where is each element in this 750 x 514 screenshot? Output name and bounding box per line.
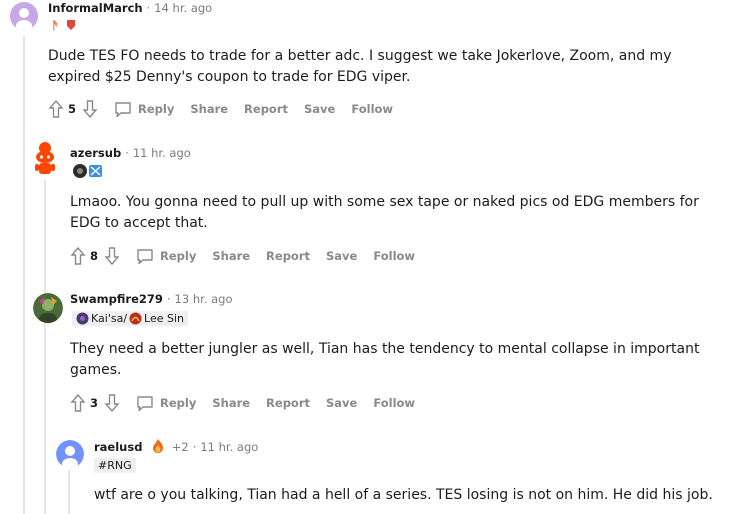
lee-sin-icon <box>129 312 142 325</box>
vote-count: 3 <box>90 396 99 410</box>
share-button[interactable]: Share <box>190 102 228 116</box>
reply-button[interactable]: Reply <box>136 248 196 265</box>
comment-body: wtf are o you talking, Tian had a hell o… <box>94 487 713 503</box>
svg-text:ᚫ: ᚫ <box>52 19 59 32</box>
avatar[interactable] <box>30 140 60 176</box>
thread-line-root[interactable] <box>23 36 25 514</box>
user-flair: ᚫ <box>52 18 78 32</box>
vote-group: 5 <box>48 99 98 119</box>
award-fire-icon[interactable] <box>150 438 166 454</box>
username[interactable]: Swampfire279 <box>70 292 163 306</box>
downvote-icon[interactable] <box>82 99 98 119</box>
vote-count: 5 <box>68 102 77 116</box>
comment-actions: 5 Reply Share Report Save Follow <box>48 99 409 119</box>
timestamp[interactable]: 13 hr. ago <box>175 292 233 306</box>
reddit-avatar-icon <box>56 440 84 468</box>
report-button[interactable]: Report <box>244 102 288 116</box>
avatar[interactable] <box>10 2 38 30</box>
chat-bubble-icon <box>137 248 153 264</box>
reply-button[interactable]: Reply <box>136 395 196 412</box>
chat-bubble-icon <box>137 395 153 411</box>
vote-count: 8 <box>90 249 99 263</box>
chat-bubble-icon <box>115 101 131 117</box>
flair-badge: Kai'sa/ Lee Sin <box>72 311 189 326</box>
comment-meta: azersub · 11 hr. ago <box>70 146 191 160</box>
vote-group: 8 <box>70 246 120 266</box>
avatar[interactable] <box>56 440 84 468</box>
avatar[interactable] <box>33 293 63 323</box>
team-fnatic-icon: ᚫ <box>52 19 75 32</box>
save-button[interactable]: Save <box>326 396 357 410</box>
follow-button[interactable]: Follow <box>351 102 393 116</box>
user-flair <box>72 163 104 179</box>
reply-label: Reply <box>160 249 197 263</box>
upvote-icon[interactable] <box>70 393 86 413</box>
downvote-icon[interactable] <box>104 393 120 413</box>
username[interactable]: azersub <box>70 146 121 160</box>
save-button[interactable]: Save <box>326 249 357 263</box>
award-count: +2 <box>171 440 189 454</box>
downvote-icon[interactable] <box>104 246 120 266</box>
thread-line-level2[interactable] <box>44 180 46 514</box>
timestamp[interactable]: 11 hr. ago <box>133 146 191 160</box>
report-button[interactable]: Report <box>266 396 310 410</box>
user-flair: Kai'sa/ Lee Sin <box>72 311 189 326</box>
reply-button[interactable]: Reply <box>114 101 174 118</box>
reddit-avatar-icon <box>10 2 38 30</box>
report-button[interactable]: Report <box>266 249 310 263</box>
kaisa-icon <box>76 312 89 325</box>
team-flair-icon <box>73 164 102 178</box>
upvote-icon[interactable] <box>48 99 64 119</box>
share-button[interactable]: Share <box>212 396 250 410</box>
comment-meta: InformalMarch · 14 hr. ago <box>48 1 213 15</box>
comment-body: They need a better jungler as well, Tian… <box>70 341 700 378</box>
flair-badge: #RNG <box>94 458 136 473</box>
timestamp[interactable]: 11 hr. ago <box>200 440 258 454</box>
comment-actions: 8 Reply Share Report Save Follow <box>70 246 431 266</box>
comment-meta: Swampfire279 · 13 hr. ago <box>70 292 233 306</box>
thread-line-level3[interactable] <box>68 470 70 514</box>
reply-label: Reply <box>160 396 197 410</box>
timestamp[interactable]: 14 hr. ago <box>154 1 212 15</box>
flair-text-2: Lee Sin <box>144 312 185 325</box>
comment-actions: 3 Reply Share Report Save Follow <box>70 393 431 413</box>
share-button[interactable]: Share <box>212 249 250 263</box>
snoo-avatar-icon <box>35 142 55 174</box>
follow-button[interactable]: Follow <box>373 249 415 263</box>
comment-body: Dude TES FO needs to trade for a better … <box>48 48 672 85</box>
username[interactable]: raelusd <box>94 440 142 454</box>
upvote-icon[interactable] <box>70 246 86 266</box>
follow-button[interactable]: Follow <box>373 396 415 410</box>
vote-group: 3 <box>70 393 120 413</box>
comment-meta: raelusd +2 · 11 hr. ago <box>94 438 259 454</box>
username[interactable]: InformalMarch <box>48 1 143 15</box>
reply-label: Reply <box>138 102 175 116</box>
user-flair: #RNG <box>94 458 136 473</box>
flair-text-1: Kai'sa/ <box>91 312 128 325</box>
save-button[interactable]: Save <box>304 102 335 116</box>
comment-body: Lmaoo. You gonna need to pull up with so… <box>70 194 699 231</box>
user-avatar-icon <box>33 293 63 323</box>
